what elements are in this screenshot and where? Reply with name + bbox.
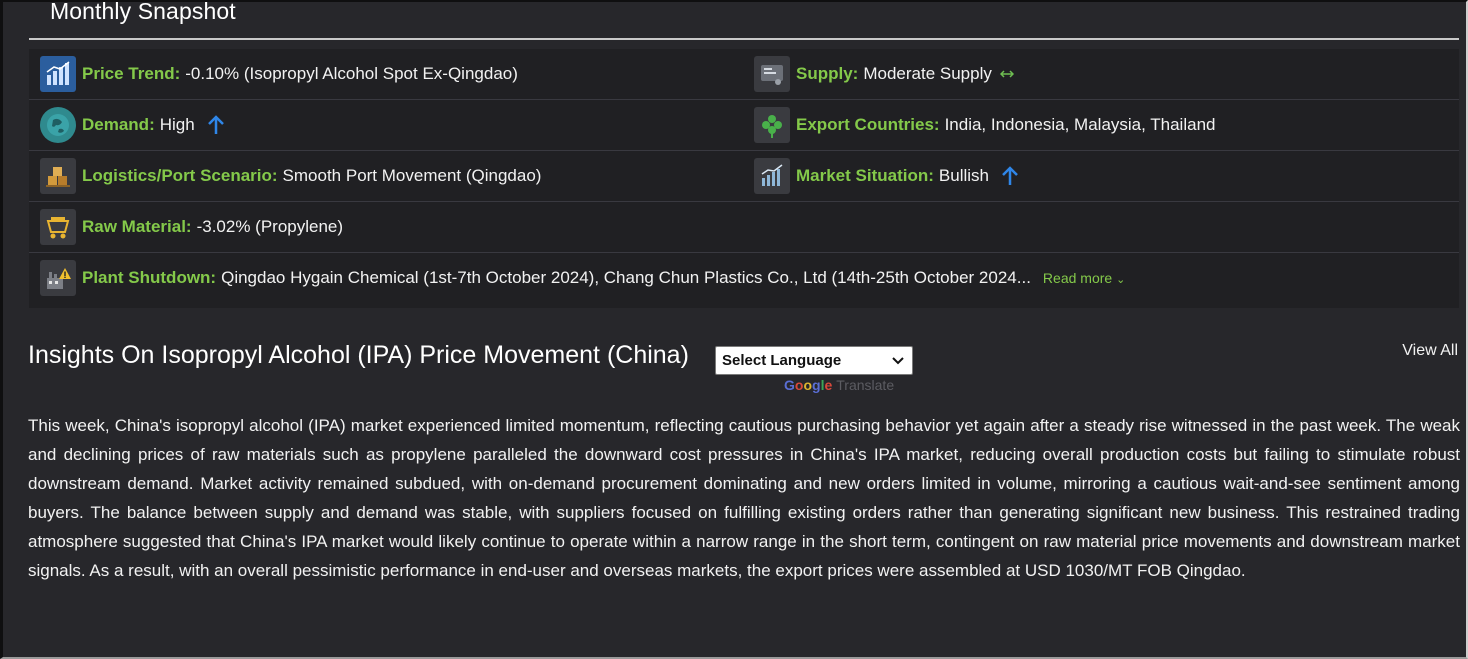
demand-label: Demand: bbox=[82, 115, 155, 134]
stable-arrows-icon bbox=[999, 67, 1014, 81]
bar-chart-icon bbox=[40, 56, 76, 92]
market-situation-item: Market Situation: Bullish bbox=[754, 151, 1019, 201]
up-arrow-icon bbox=[1001, 166, 1019, 186]
chevron-down-icon bbox=[892, 352, 904, 369]
snapshot-row-4: Raw Material: -3.02% (Propylene) bbox=[29, 202, 1459, 253]
export-countries-label: Export Countries: bbox=[796, 115, 940, 134]
snapshot-row-2: Demand: High Export Countries: India, In… bbox=[29, 100, 1459, 151]
snapshot-row-1: Price Trend: -0.10% (Isopropyl Alcohol S… bbox=[29, 49, 1459, 100]
snapshot-row-5: Plant Shutdown: Qingdao Hygain Chemical … bbox=[29, 253, 1459, 304]
logistics-value: Smooth Port Movement (Qingdao) bbox=[282, 166, 542, 185]
language-select[interactable]: Select Language bbox=[715, 346, 913, 375]
supply-item: Supply: Moderate Supply bbox=[754, 49, 1014, 99]
translate-label: Translate bbox=[836, 377, 895, 393]
google-logo-letter: g bbox=[812, 377, 821, 393]
logistics-boxes-icon bbox=[40, 158, 76, 194]
snapshot-title: Monthly Snapshot bbox=[50, 0, 236, 24]
price-trend-label: Price Trend: bbox=[82, 64, 181, 83]
google-logo-letter: G bbox=[784, 377, 795, 393]
plant-shutdown-label: Plant Shutdown: bbox=[82, 268, 217, 287]
insights-title: Insights On Isopropyl Alcohol (IPA) Pric… bbox=[28, 341, 689, 369]
raw-material-label: Raw Material: bbox=[82, 217, 192, 236]
demand-value: High bbox=[159, 115, 195, 134]
market-chart-icon bbox=[754, 158, 790, 194]
demand-globe-icon bbox=[40, 107, 76, 143]
up-arrow-icon bbox=[207, 115, 225, 135]
google-logo-letter: o bbox=[803, 377, 813, 393]
read-more-link[interactable]: Read more ⌄ bbox=[1043, 270, 1125, 286]
logistics-item: Logistics/Port Scenario: Smooth Port Mov… bbox=[40, 151, 541, 201]
snapshot-divider bbox=[29, 38, 1459, 40]
read-more-label: Read more bbox=[1042, 270, 1113, 286]
chevron-down-icon: ⌄ bbox=[1116, 274, 1126, 286]
export-leaf-icon bbox=[754, 107, 790, 143]
raw-material-cart-icon bbox=[40, 209, 76, 245]
plant-shutdown-item: Plant Shutdown: Qingdao Hygain Chemical … bbox=[40, 253, 1125, 303]
market-situation-label: Market Situation: bbox=[796, 166, 934, 185]
logistics-label: Logistics/Port Scenario: bbox=[82, 166, 278, 185]
price-trend-value: -0.10% (Isopropyl Alcohol Spot Ex-Qingda… bbox=[185, 64, 518, 83]
view-all-link[interactable]: View All bbox=[1402, 342, 1458, 360]
snapshot-row-3: Logistics/Port Scenario: Smooth Port Mov… bbox=[29, 151, 1459, 202]
export-countries-item: Export Countries: India, Indonesia, Mala… bbox=[754, 100, 1215, 150]
plant-shutdown-value: Qingdao Hygain Chemical (1st-7th October… bbox=[221, 268, 1031, 287]
supply-value: Moderate Supply bbox=[863, 64, 992, 83]
raw-material-value: -3.02% (Propylene) bbox=[196, 217, 344, 236]
supply-icon bbox=[754, 56, 790, 92]
snapshot-panel: Price Trend: -0.10% (Isopropyl Alcohol S… bbox=[29, 49, 1459, 308]
plant-warning-icon bbox=[40, 260, 76, 296]
language-select-value: Select Language bbox=[722, 352, 842, 369]
insights-paragraph: This week, China's isopropyl alcohol (IP… bbox=[28, 416, 1460, 580]
price-trend-item: Price Trend: -0.10% (Isopropyl Alcohol S… bbox=[40, 49, 518, 99]
export-countries-value: India, Indonesia, Malaysia, Thailand bbox=[944, 115, 1216, 134]
raw-material-item: Raw Material: -3.02% (Propylene) bbox=[40, 202, 343, 252]
google-translate-credit: Google Translate bbox=[784, 377, 894, 393]
demand-item: Demand: High bbox=[40, 100, 225, 150]
google-logo-letter: e bbox=[824, 377, 833, 393]
supply-label: Supply: bbox=[796, 64, 859, 83]
market-situation-value: Bullish bbox=[938, 166, 989, 185]
